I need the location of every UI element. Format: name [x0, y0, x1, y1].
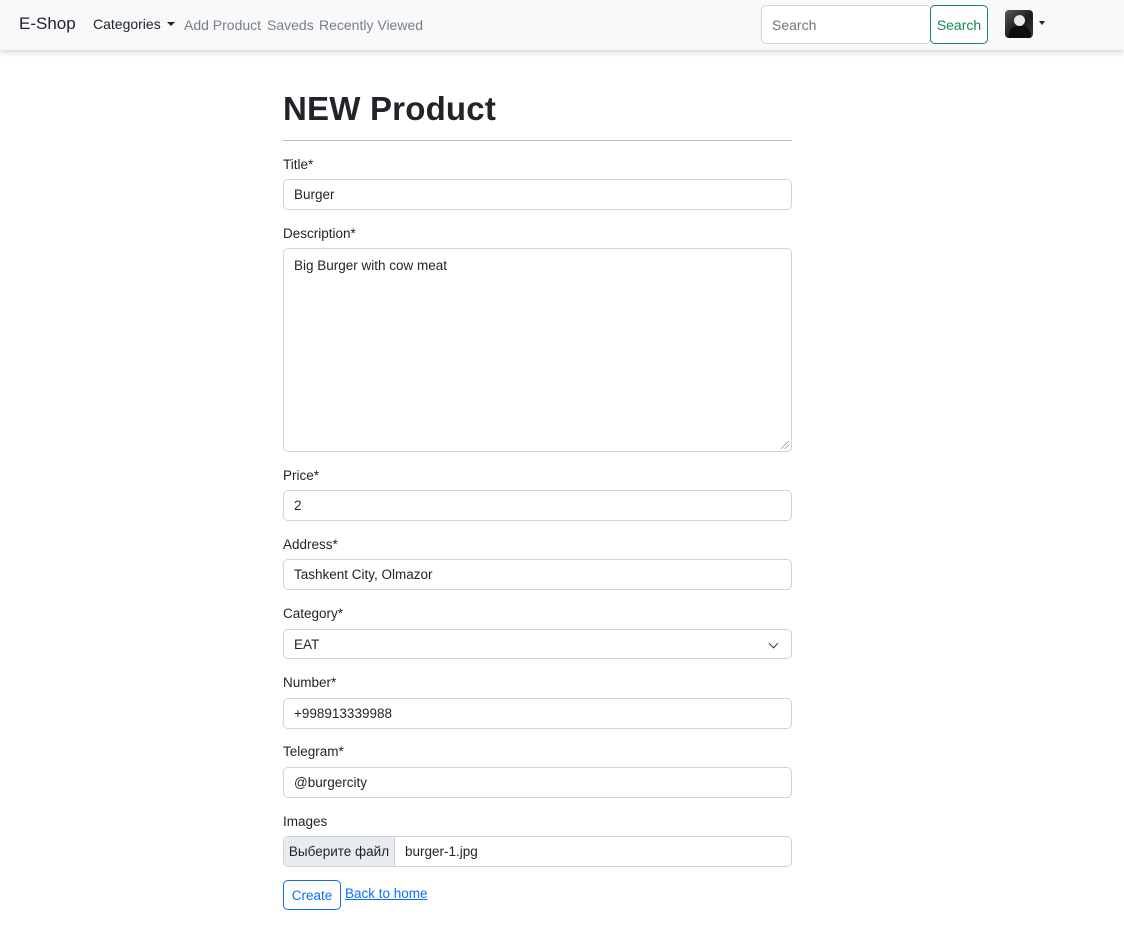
- number-input-value: +998913339988: [294, 706, 392, 721]
- address-label: Address*: [283, 537, 338, 552]
- title-divider: [283, 140, 792, 141]
- address-input[interactable]: Tashkent City, Olmazor: [283, 559, 792, 590]
- description-textarea-value: Big Burger with cow meat: [294, 258, 448, 273]
- number-label: Number*: [283, 675, 337, 690]
- selected-file-name: burger-1.jpg: [405, 844, 478, 859]
- create-button[interactable]: Create: [283, 880, 341, 910]
- category-select[interactable]: EAT: [283, 629, 792, 659]
- choose-file-button[interactable]: Выберите файл: [284, 837, 395, 866]
- description-textarea[interactable]: Big Burger with cow meat: [283, 248, 792, 452]
- images-label: Images: [283, 814, 328, 829]
- telegram-input-value: @burgercity: [294, 775, 367, 790]
- search-input[interactable]: [761, 5, 931, 44]
- title-input-value: Burger: [294, 187, 335, 202]
- nav-saveds[interactable]: Saveds: [267, 17, 314, 33]
- title-label: Title*: [283, 157, 314, 172]
- category-select-value: EAT: [294, 636, 320, 652]
- telegram-label: Telegram*: [283, 744, 344, 759]
- brand-logo[interactable]: E-Shop: [19, 14, 76, 34]
- price-input-value: 2: [294, 498, 302, 513]
- category-label: Category*: [283, 606, 344, 621]
- chevron-down-icon: [768, 638, 779, 649]
- telegram-input[interactable]: @burgercity: [283, 767, 792, 798]
- resize-grip-icon[interactable]: [781, 441, 789, 449]
- caret-down-icon: [166, 22, 175, 26]
- avatar-caret-down-icon[interactable]: [1039, 21, 1045, 25]
- back-to-home-link[interactable]: Back to home: [345, 886, 428, 901]
- nav-categories-label: Categories: [93, 16, 161, 32]
- page-title: NEW Product: [283, 90, 497, 127]
- address-input-value: Tashkent City, Olmazor: [294, 567, 433, 582]
- nav-add-product[interactable]: Add Product: [184, 17, 261, 33]
- title-input[interactable]: Burger: [283, 179, 792, 210]
- navbar: E-Shop Categories Add Product Saveds Rec…: [0, 0, 1124, 50]
- nav-categories-dropdown[interactable]: Categories: [93, 16, 175, 32]
- price-label: Price*: [283, 468, 320, 483]
- price-input[interactable]: 2: [283, 490, 792, 521]
- avatar-head-shape: [1014, 15, 1025, 26]
- nav-recently-viewed[interactable]: Recently Viewed: [319, 17, 423, 33]
- user-avatar[interactable]: [1005, 10, 1033, 38]
- number-input[interactable]: +998913339988: [283, 698, 792, 729]
- images-file-input[interactable]: Выберите файл burger-1.jpg: [283, 836, 792, 867]
- search-button[interactable]: Search: [930, 5, 988, 44]
- description-label: Description*: [283, 226, 356, 241]
- avatar-body-shape: [1009, 26, 1031, 38]
